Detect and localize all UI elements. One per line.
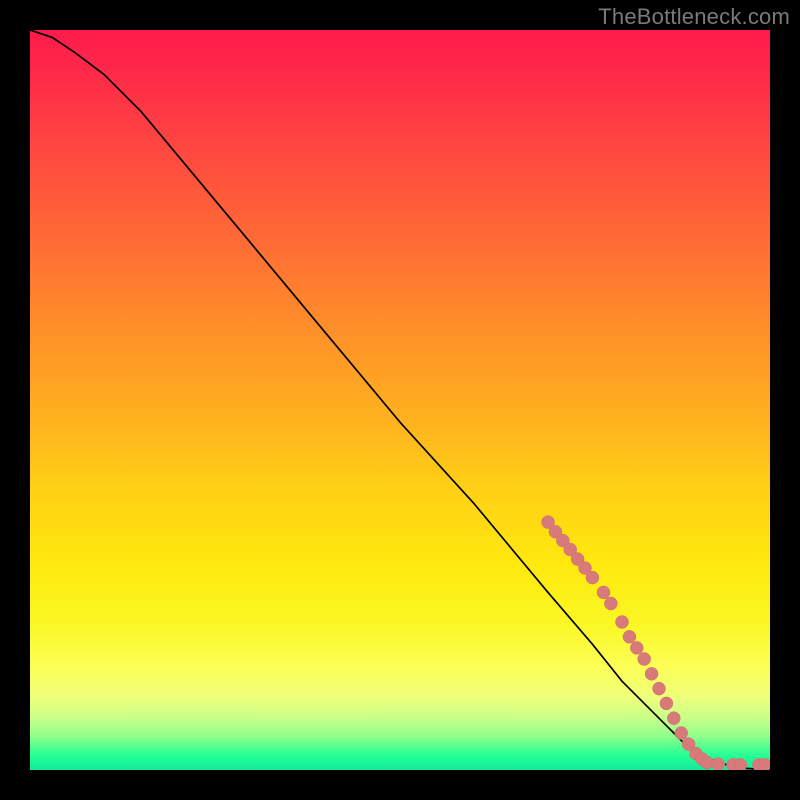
watermark-text: TheBottleneck.com: [598, 4, 790, 30]
data-marker: [604, 597, 617, 610]
curve-layer: [30, 30, 770, 770]
data-marker: [712, 758, 725, 770]
marker-group: [542, 516, 771, 770]
chart-frame: TheBottleneck.com: [0, 0, 800, 800]
data-marker: [630, 641, 643, 654]
data-marker: [645, 667, 658, 680]
data-marker: [653, 682, 666, 695]
data-marker: [616, 616, 629, 629]
data-marker: [667, 712, 680, 725]
data-marker: [675, 727, 688, 740]
bottleneck-curve-path: [30, 30, 770, 770]
data-marker: [623, 630, 636, 643]
data-marker: [734, 758, 747, 770]
data-marker: [597, 586, 610, 599]
data-marker: [758, 758, 770, 770]
data-marker: [660, 697, 673, 710]
data-marker: [586, 571, 599, 584]
data-marker: [638, 653, 651, 666]
